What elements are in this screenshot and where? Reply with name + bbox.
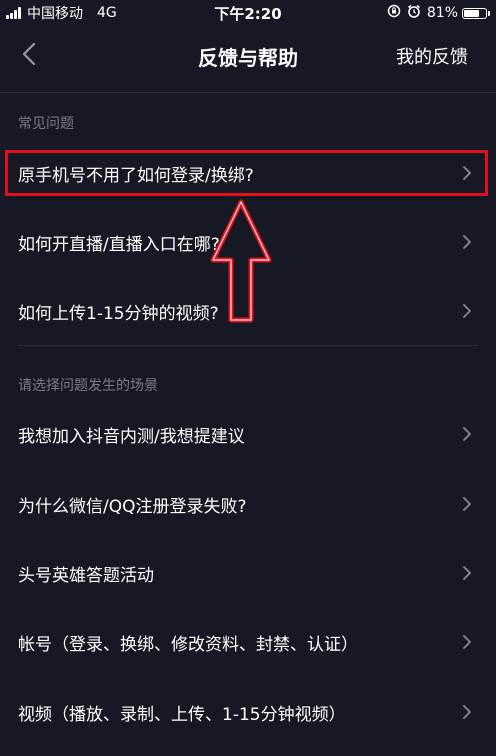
faq-item-label: 如何开直播/直播入口在哪? [18, 235, 220, 255]
scenario-item-label: 为什么微信/QQ注册登录失败? [18, 497, 247, 517]
scenario-item[interactable]: 视频（播放、录制、上传、1-15分钟视频） [0, 687, 496, 737]
scenario-item[interactable]: 头号英雄答题活动 [0, 548, 496, 598]
chevron-right-icon [463, 427, 471, 441]
screen-rotation-lock-icon [387, 4, 401, 22]
chevron-right-icon [463, 635, 471, 649]
battery-level [464, 9, 479, 17]
my-feedback-button[interactable]: 我的反馈 [396, 43, 468, 69]
battery-percent: 81% [426, 5, 458, 21]
chevron-right-icon [463, 705, 471, 719]
battery-icon [462, 7, 487, 19]
faq-item[interactable]: 原手机号不用了如何登录/换绑? [0, 148, 496, 198]
section-divider [18, 345, 478, 346]
scenario-item-label: 我想加入抖音内测/我想提建议 [18, 427, 245, 447]
faq-item-label: 原手机号不用了如何登录/换绑? [18, 166, 254, 186]
chevron-right-icon [463, 304, 471, 318]
faq-item-label: 如何上传1-15分钟的视频? [18, 304, 219, 324]
chevron-right-icon [463, 166, 471, 180]
scenario-item-label: 帐号（登录、换绑、修改资料、封禁、认证） [18, 635, 358, 655]
chevron-right-icon [463, 566, 471, 580]
chevron-right-icon [463, 235, 471, 249]
section-header-scenario: 请选择问题发生的场景 [18, 378, 158, 394]
scenario-item[interactable]: 我想加入抖音内测/我想提建议 [0, 409, 496, 459]
status-bar: 中国移动 4G 下午2:20 81% [0, 0, 496, 26]
scenario-item-label: 视频（播放、录制、上传、1-15分钟视频） [18, 705, 346, 725]
section-header-faq: 常见问题 [18, 116, 74, 132]
scenario-item[interactable]: 为什么微信/QQ注册登录失败? [0, 479, 496, 529]
faq-item[interactable]: 如何上传1-15分钟的视频? [0, 286, 496, 336]
scenario-item[interactable]: 帐号（登录、换绑、修改资料、封禁、认证） [0, 617, 496, 667]
alarm-icon [407, 4, 421, 22]
battery-cap [488, 10, 490, 16]
nav-bar: 反馈与帮助 我的反馈 [0, 26, 496, 84]
faq-item[interactable]: 如何开直播/直播入口在哪? [0, 217, 496, 267]
status-right: 81% [387, 3, 490, 23]
nav-divider [0, 92, 496, 93]
scenario-item-label: 头号英雄答题活动 [18, 566, 154, 586]
chevron-right-icon [463, 497, 471, 511]
